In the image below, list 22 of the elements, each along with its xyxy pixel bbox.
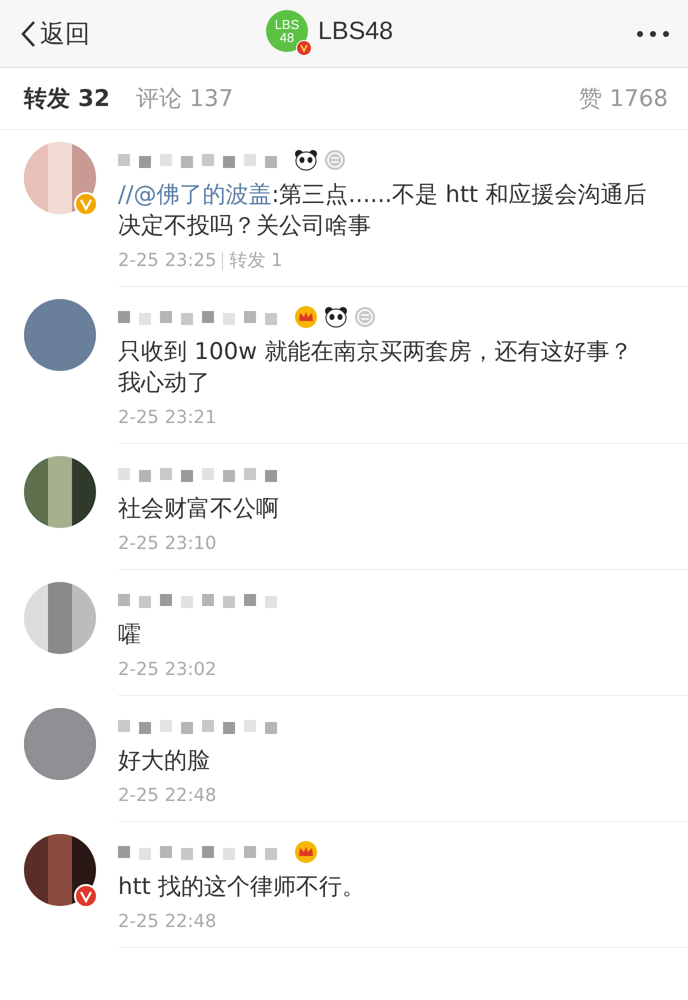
chevron-left-icon <box>20 20 36 48</box>
comment-time: 2-25 23:25 <box>118 250 216 272</box>
comment-text: //@佛了的波盖:第三点......不是 htt 和应援会沟通后决定不投吗？关公司啥事 <box>118 181 648 241</box>
comment-text: htt 找的这个律师不行。 <box>118 873 366 902</box>
comment-time: 2-25 23:10 <box>118 533 216 555</box>
comment-text: 只收到 100w 就能在南京买两套房，还有这好事？我心动了 <box>118 338 634 398</box>
comment-time: 2-25 23:02 <box>118 659 216 681</box>
mention-link[interactable]: //@佛了的波盖 <box>118 182 272 208</box>
tab[interactable]: 评论 137 <box>136 83 234 114</box>
comment-text: 社会财富不公啊 <box>118 495 280 524</box>
verified-badge-icon <box>296 40 312 56</box>
comment-time: 2-25 23:21 <box>118 407 216 429</box>
comment-text: 好大的脸 <box>118 747 211 776</box>
back-button[interactable]: 返回 <box>20 17 90 50</box>
comment-time: 2-25 22:48 <box>118 911 216 933</box>
comment-time: 2-25 22:48 <box>118 785 216 807</box>
repost-count[interactable]: 转发 1 <box>229 250 283 272</box>
tab[interactable]: 赞 1768 <box>579 83 668 114</box>
tab[interactable]: 转发 32 <box>24 83 110 114</box>
more-icon[interactable] <box>636 30 670 38</box>
page-title: LBS48 <box>318 16 394 46</box>
comment-text: 嚯 <box>118 621 142 650</box>
